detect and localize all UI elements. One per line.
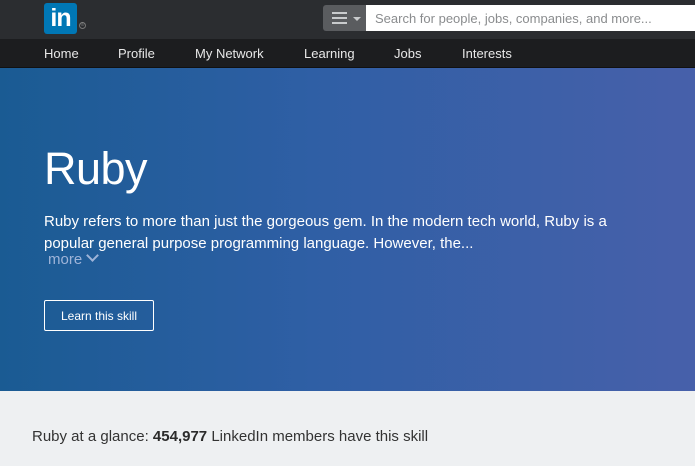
nav-my-network[interactable]: My Network bbox=[195, 39, 264, 68]
top-bar: in ® bbox=[0, 0, 695, 39]
nav-home[interactable]: Home bbox=[44, 39, 79, 68]
more-link[interactable]: more bbox=[48, 249, 100, 268]
nav-learning[interactable]: Learning bbox=[304, 39, 355, 68]
skill-glance: Ruby at a glance: 454,977 LinkedIn membe… bbox=[32, 428, 428, 445]
menu-icon bbox=[332, 12, 347, 24]
main-nav: Home Profile My Network Learning Jobs In… bbox=[0, 39, 695, 68]
linkedin-logo[interactable]: in bbox=[44, 3, 77, 34]
nav-jobs[interactable]: Jobs bbox=[394, 39, 421, 68]
nav-interests[interactable]: Interests bbox=[462, 39, 512, 68]
glance-prefix: Ruby at a glance: bbox=[32, 428, 149, 445]
member-count: 454,977 bbox=[152, 428, 208, 445]
caret-down-icon bbox=[353, 17, 361, 21]
more-label: more bbox=[48, 251, 83, 268]
registered-mark: ® bbox=[79, 22, 86, 29]
learn-this-skill-button[interactable]: Learn this skill bbox=[44, 300, 154, 331]
skill-description: Ruby refers to more than just the gorgeo… bbox=[44, 213, 607, 252]
skill-title: Ruby bbox=[44, 143, 148, 194]
search-category-dropdown[interactable] bbox=[323, 5, 366, 31]
skill-hero: Ruby Ruby refers to more than just the g… bbox=[0, 68, 695, 391]
chevron-down-icon bbox=[86, 249, 100, 262]
nav-profile[interactable]: Profile bbox=[118, 39, 155, 68]
glance-suffix: LinkedIn members have this skill bbox=[211, 428, 429, 445]
search-input[interactable] bbox=[366, 5, 695, 31]
